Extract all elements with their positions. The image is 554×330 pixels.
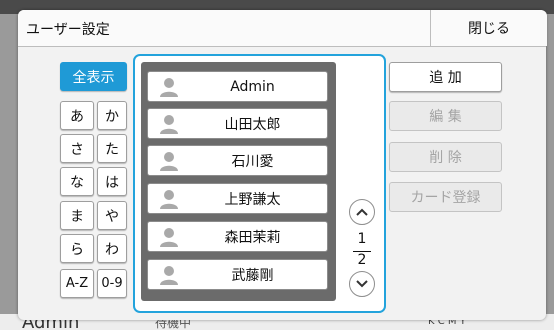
- chevron-up-icon: [356, 208, 368, 216]
- user-icon: [160, 115, 178, 134]
- user-name: Admin: [230, 78, 275, 95]
- user-icon: [160, 266, 178, 285]
- user-row-0[interactable]: Admin: [147, 71, 328, 102]
- user-name: 森田茉莉: [224, 229, 281, 246]
- user-icon: [160, 78, 178, 97]
- user-row-5[interactable]: 武藤剛: [147, 259, 328, 290]
- filter-ha-button[interactable]: は: [97, 167, 127, 196]
- filter-az-button[interactable]: A-Z: [60, 269, 94, 298]
- filter-sa-button[interactable]: さ: [60, 134, 94, 163]
- edit-button[interactable]: 編 集: [389, 101, 502, 131]
- add-button[interactable]: 追 加: [389, 62, 502, 92]
- filter-ka-button[interactable]: か: [97, 101, 127, 130]
- dialog-title: ユーザー設定: [26, 22, 110, 38]
- scroll-down-button[interactable]: [349, 271, 375, 297]
- scroll-up-button[interactable]: [349, 199, 375, 225]
- filter-09-button[interactable]: 0-9: [97, 269, 127, 298]
- user-name: 石川愛: [231, 153, 274, 170]
- filter-ya-button[interactable]: や: [97, 201, 127, 230]
- user-row-1[interactable]: 山田太郎: [147, 108, 328, 139]
- filter-ta-button[interactable]: た: [97, 134, 127, 163]
- close-button[interactable]: 閉じる: [430, 10, 547, 46]
- page-total: 2: [357, 252, 367, 268]
- user-icon: [160, 228, 178, 247]
- user-row-2[interactable]: 石川愛: [147, 145, 328, 176]
- dialog-titlebar: ユーザー設定 閉じる: [18, 10, 547, 47]
- user-name: 山田太郎: [224, 116, 281, 133]
- chevron-down-icon: [356, 280, 368, 288]
- user-name: 武藤剛: [231, 267, 274, 284]
- filter-wa-button[interactable]: わ: [97, 234, 127, 263]
- user-icon: [160, 190, 178, 209]
- delete-button[interactable]: 削 除: [389, 142, 502, 172]
- card-register-button[interactable]: カード登録: [389, 182, 502, 212]
- filter-na-button[interactable]: な: [60, 167, 94, 196]
- user-row-3[interactable]: 上野謙太: [147, 183, 328, 214]
- page-current: 1: [357, 231, 367, 247]
- filter-ra-button[interactable]: ら: [60, 234, 94, 263]
- user-row-4[interactable]: 森田茉莉: [147, 221, 328, 252]
- filter-all-button[interactable]: 全表示: [60, 62, 127, 91]
- user-name: 上野謙太: [224, 191, 281, 208]
- filter-ma-button[interactable]: ま: [60, 201, 94, 230]
- filter-a-button[interactable]: あ: [60, 101, 94, 130]
- user-icon: [160, 152, 178, 171]
